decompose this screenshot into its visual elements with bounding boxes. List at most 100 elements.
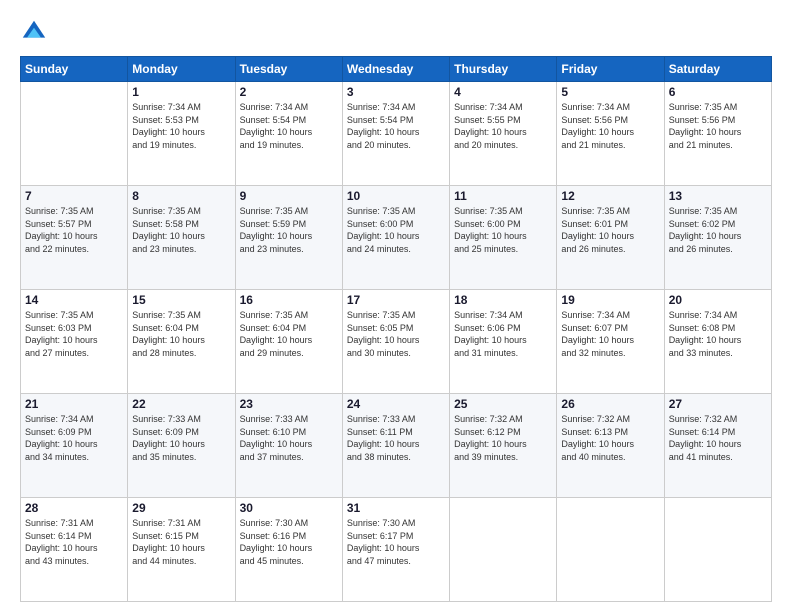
calendar-cell: 28 Sunrise: 7:31 AM Sunset: 6:14 PM Dayli…	[21, 498, 128, 602]
day-number: 5	[561, 85, 659, 99]
day-info: Sunrise: 7:32 AM Sunset: 6:13 PM Dayligh…	[561, 413, 659, 463]
calendar-cell	[450, 498, 557, 602]
day-number: 10	[347, 189, 445, 203]
day-number: 1	[132, 85, 230, 99]
calendar-cell: 16Sunrise: 7:35 AM Sunset: 6:04 PM Dayli…	[235, 290, 342, 394]
day-info: Sunrise: 7:35 AM Sunset: 6:05 PM Dayligh…	[347, 309, 445, 359]
day-number: 2	[240, 85, 338, 99]
day-number: 19	[561, 293, 659, 307]
calendar-cell: 14 Sunrise: 7:35 AM Sunset: 6:03 PM Dayli…	[21, 290, 128, 394]
calendar-cell: 13 Sunrise: 7:35 AM Sunset: 6:02 PM Dayli…	[664, 186, 771, 290]
calendar-week-row: 7 Sunrise: 7:35 AM Sunset: 5:57 PM Daylig…	[21, 186, 772, 290]
calendar-cell: 9 Sunrise: 7:35 AM Sunset: 5:59 PM Daylig…	[235, 186, 342, 290]
calendar-cell: 11Sunrise: 7:35 AM Sunset: 6:00 PM Dayli…	[450, 186, 557, 290]
day-number: 13	[669, 189, 767, 203]
calendar-cell: 17 Sunrise: 7:35 AM Sunset: 6:05 PM Dayli…	[342, 290, 449, 394]
day-number: 3	[347, 85, 445, 99]
calendar-cell: 5 Sunrise: 7:34 AM Sunset: 5:56 PM Daylig…	[557, 82, 664, 186]
calendar-cell: 31 Sunrise: 7:30 AM Sunset: 6:17 PM Dayli…	[342, 498, 449, 602]
day-info: Sunrise: 7:32 AM Sunset: 6:12 PM Dayligh…	[454, 413, 552, 463]
calendar-cell: 20Sunrise: 7:34 AM Sunset: 6:08 PM Dayli…	[664, 290, 771, 394]
calendar-day-header: Monday	[128, 57, 235, 82]
day-number: 17	[347, 293, 445, 307]
calendar-day-header: Friday	[557, 57, 664, 82]
day-info: Sunrise: 7:35 AM Sunset: 5:59 PM Dayligh…	[240, 205, 338, 255]
calendar-cell: 12 Sunrise: 7:35 AM Sunset: 6:01 PM Dayli…	[557, 186, 664, 290]
day-info: Sunrise: 7:34 AM Sunset: 5:55 PM Dayligh…	[454, 101, 552, 151]
day-info: Sunrise: 7:34 AM Sunset: 6:08 PM Dayligh…	[669, 309, 767, 359]
day-number: 22	[132, 397, 230, 411]
day-info: Sunrise: 7:35 AM Sunset: 6:03 PM Dayligh…	[25, 309, 123, 359]
day-number: 24	[347, 397, 445, 411]
day-info: Sunrise: 7:35 AM Sunset: 6:00 PM Dayligh…	[454, 205, 552, 255]
calendar-cell	[664, 498, 771, 602]
day-info: Sunrise: 7:35 AM Sunset: 5:57 PM Dayligh…	[25, 205, 123, 255]
calendar-day-header: Thursday	[450, 57, 557, 82]
day-number: 29	[132, 501, 230, 515]
calendar-cell: 4 Sunrise: 7:34 AM Sunset: 5:55 PM Daylig…	[450, 82, 557, 186]
day-number: 21	[25, 397, 123, 411]
day-info: Sunrise: 7:34 AM Sunset: 6:07 PM Dayligh…	[561, 309, 659, 359]
day-number: 4	[454, 85, 552, 99]
day-number: 16	[240, 293, 338, 307]
calendar-cell: 15 Sunrise: 7:35 AM Sunset: 6:04 PM Dayli…	[128, 290, 235, 394]
day-info: Sunrise: 7:34 AM Sunset: 6:09 PM Dayligh…	[25, 413, 123, 463]
day-info: Sunrise: 7:31 AM Sunset: 6:14 PM Dayligh…	[25, 517, 123, 567]
page: SundayMondayTuesdayWednesdayThursdayFrid…	[0, 0, 792, 612]
day-info: Sunrise: 7:35 AM Sunset: 6:00 PM Dayligh…	[347, 205, 445, 255]
calendar-cell: 6Sunrise: 7:35 AM Sunset: 5:56 PM Daylig…	[664, 82, 771, 186]
day-number: 8	[132, 189, 230, 203]
calendar-cell: 22 Sunrise: 7:33 AM Sunset: 6:09 PM Dayli…	[128, 394, 235, 498]
day-info: Sunrise: 7:30 AM Sunset: 6:17 PM Dayligh…	[347, 517, 445, 567]
calendar-cell: 29 Sunrise: 7:31 AM Sunset: 6:15 PM Dayli…	[128, 498, 235, 602]
day-number: 14	[25, 293, 123, 307]
day-number: 25	[454, 397, 552, 411]
day-info: Sunrise: 7:35 AM Sunset: 5:56 PM Dayligh…	[669, 101, 767, 151]
day-number: 26	[561, 397, 659, 411]
calendar-cell: 30 Sunrise: 7:30 AM Sunset: 6:16 PM Dayli…	[235, 498, 342, 602]
calendar-day-header: Wednesday	[342, 57, 449, 82]
calendar-cell: 24 Sunrise: 7:33 AM Sunset: 6:11 PM Dayli…	[342, 394, 449, 498]
calendar-cell: 27Sunrise: 7:32 AM Sunset: 6:14 PM Dayli…	[664, 394, 771, 498]
day-info: Sunrise: 7:34 AM Sunset: 5:56 PM Dayligh…	[561, 101, 659, 151]
day-info: Sunrise: 7:33 AM Sunset: 6:09 PM Dayligh…	[132, 413, 230, 463]
day-info: Sunrise: 7:31 AM Sunset: 6:15 PM Dayligh…	[132, 517, 230, 567]
day-info: Sunrise: 7:35 AM Sunset: 6:04 PM Dayligh…	[132, 309, 230, 359]
calendar-day-header: Sunday	[21, 57, 128, 82]
day-info: Sunrise: 7:30 AM Sunset: 6:16 PM Dayligh…	[240, 517, 338, 567]
day-number: 18	[454, 293, 552, 307]
calendar-cell: 8 Sunrise: 7:35 AM Sunset: 5:58 PM Daylig…	[128, 186, 235, 290]
day-number: 7	[25, 189, 123, 203]
calendar-day-header: Saturday	[664, 57, 771, 82]
calendar-cell: 10 Sunrise: 7:35 AM Sunset: 6:00 PM Dayli…	[342, 186, 449, 290]
logo-icon	[20, 18, 48, 46]
day-number: 31	[347, 501, 445, 515]
calendar-cell: 2 Sunrise: 7:34 AM Sunset: 5:54 PM Daylig…	[235, 82, 342, 186]
day-info: Sunrise: 7:33 AM Sunset: 6:11 PM Dayligh…	[347, 413, 445, 463]
day-info: Sunrise: 7:35 AM Sunset: 6:02 PM Dayligh…	[669, 205, 767, 255]
calendar-cell: 21 Sunrise: 7:34 AM Sunset: 6:09 PM Dayli…	[21, 394, 128, 498]
day-info: Sunrise: 7:34 AM Sunset: 6:06 PM Dayligh…	[454, 309, 552, 359]
day-number: 15	[132, 293, 230, 307]
day-info: Sunrise: 7:33 AM Sunset: 6:10 PM Dayligh…	[240, 413, 338, 463]
day-info: Sunrise: 7:35 AM Sunset: 6:01 PM Dayligh…	[561, 205, 659, 255]
calendar-cell: 1 Sunrise: 7:34 AM Sunset: 5:53 PM Daylig…	[128, 82, 235, 186]
calendar-cell: 26 Sunrise: 7:32 AM Sunset: 6:13 PM Dayli…	[557, 394, 664, 498]
calendar-header-row: SundayMondayTuesdayWednesdayThursdayFrid…	[21, 57, 772, 82]
day-number: 30	[240, 501, 338, 515]
calendar-week-row: 28 Sunrise: 7:31 AM Sunset: 6:14 PM Dayli…	[21, 498, 772, 602]
day-number: 23	[240, 397, 338, 411]
day-number: 9	[240, 189, 338, 203]
calendar-cell	[21, 82, 128, 186]
calendar-cell: 3Sunrise: 7:34 AM Sunset: 5:54 PM Daylig…	[342, 82, 449, 186]
logo	[20, 18, 52, 46]
calendar-cell: 18 Sunrise: 7:34 AM Sunset: 6:06 PM Dayli…	[450, 290, 557, 394]
day-info: Sunrise: 7:34 AM Sunset: 5:53 PM Dayligh…	[132, 101, 230, 151]
calendar-day-header: Tuesday	[235, 57, 342, 82]
day-number: 28	[25, 501, 123, 515]
day-number: 12	[561, 189, 659, 203]
day-info: Sunrise: 7:32 AM Sunset: 6:14 PM Dayligh…	[669, 413, 767, 463]
day-info: Sunrise: 7:35 AM Sunset: 5:58 PM Dayligh…	[132, 205, 230, 255]
day-info: Sunrise: 7:34 AM Sunset: 5:54 PM Dayligh…	[240, 101, 338, 151]
calendar-cell: 19 Sunrise: 7:34 AM Sunset: 6:07 PM Dayli…	[557, 290, 664, 394]
